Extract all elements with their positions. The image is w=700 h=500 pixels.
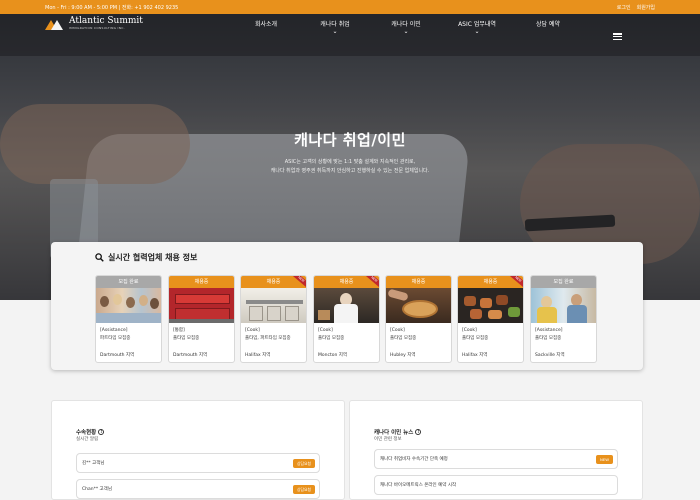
job-photo	[458, 288, 523, 323]
nav-item-label: 회사소개	[254, 21, 278, 28]
client-name: 김** 고객님	[82, 461, 105, 466]
brand-name: Atlantic Summit	[69, 16, 143, 26]
nav-item-canada-jobs[interactable]: 캐나다 취업 ⌄	[312, 19, 358, 35]
job-category: [Cook]	[318, 328, 333, 333]
logo-icon	[45, 18, 65, 30]
login-link[interactable]: 로그인	[617, 4, 631, 11]
hero-description: ASIC는 고객의 상황에 맞는 1:1 맞춤 설계와 지속적인 관리로, 캐나…	[0, 158, 700, 176]
nav-item-consultation[interactable]: 상담 예약	[528, 19, 568, 28]
job-card[interactable]: 채용중 [통합] 풀타임 모집중 Dartmouth 지역	[168, 275, 235, 363]
hero-description-line: ASIC는 고객의 상황에 맞는 1:1 맞춤 설계와 지속적인 관리로,	[284, 159, 416, 165]
top-info-bar: Mon - Fri : 9:00 AM - 5:00 PM | 전화: +1 9…	[0, 0, 700, 14]
status-label: 채용중	[483, 279, 498, 285]
hamburger-menu-icon[interactable]	[613, 33, 622, 40]
progress-title: 수속현황 !	[76, 428, 105, 436]
news-title: 캐나다 이민 뉴스 !	[374, 428, 422, 436]
nav-item-about[interactable]: 회사소개	[248, 19, 284, 28]
job-card[interactable]: 모집 완료 [Assistance] 파트타임 모집중 Dartmouth 지역	[95, 275, 162, 363]
job-photo	[241, 288, 306, 323]
news-headline: 캐나다 취업비자 수속기간 단축 예정	[380, 457, 448, 462]
job-card[interactable]: 채용중 NEW [Cook] 풀타임, 파트타임 모집중 Halifax 지역	[240, 275, 307, 363]
news-title-text: 캐나다 이민 뉴스	[374, 430, 414, 436]
status-badge: 모집 완료	[531, 276, 596, 288]
hero-title: 캐나다 취업/이민	[294, 131, 406, 149]
job-photo	[531, 288, 596, 323]
status-badge: 채용중	[169, 276, 234, 288]
job-location: Dartmouth 지역	[100, 353, 135, 358]
status-badge: 채용중 NEW	[458, 276, 523, 289]
brand-tagline: IMMIGRATION CONSULTING INC.	[69, 26, 125, 30]
job-location: Halifax 지역	[245, 353, 271, 358]
hero-description-line: 캐나다 취업과 영주권 취득까지 안심하고 진행하실 수 있는 전문 업체입니다…	[270, 168, 430, 174]
status-badge: 채용중 NEW	[314, 276, 379, 289]
nav-item-canada-immigration[interactable]: 캐나다 이민 ⌄	[383, 19, 429, 35]
search-icon	[95, 253, 104, 262]
job-type: 풀타임 모집중	[390, 336, 417, 341]
job-location: Dartmouth 지역	[173, 353, 208, 358]
job-category: [Cook]	[245, 328, 260, 333]
business-hours: Mon - Fri : 9:00 AM - 5:00 PM | 전화: +1 9…	[45, 4, 179, 11]
new-ribbon: NEW	[507, 276, 523, 289]
job-card[interactable]: 모집 완료 [Assistance] 풀타임 모집중 Sackville 지역	[530, 275, 597, 363]
nav-item-asic-cases[interactable]: ASIC 업무내역 ⌄	[452, 19, 502, 35]
job-card[interactable]: 채용중 [Cook] 풀타임 모집중 Hubley 지역	[385, 275, 452, 363]
job-photo	[96, 288, 161, 323]
status-badge: 채용중	[386, 276, 451, 288]
status-label: 채용중	[266, 279, 281, 285]
job-type: 풀타임 모집중	[173, 336, 200, 341]
news-headline: 캐나다 바이오메트릭스 온라인 예약 시작	[380, 483, 457, 488]
job-card[interactable]: 채용중 NEW [Cook] 풀타임 모집중 Halifax 지역	[457, 275, 524, 363]
job-category: [Assistance]	[535, 328, 563, 333]
nav-item-label: 캐나다 취업	[320, 21, 350, 28]
job-card[interactable]: 채용중 NEW [Cook] 풀타임 모집중 Moncton 지역	[313, 275, 380, 363]
client-name: Chan** 고객님	[82, 487, 112, 492]
job-type: 파트타임 모집중	[100, 336, 131, 341]
job-category: [Cook]	[390, 328, 405, 333]
status-badge: 상담요청	[293, 459, 315, 468]
new-badge: NEW	[596, 455, 613, 464]
brand-logo[interactable]: Atlantic Summit IMMIGRATION CONSULTING I…	[45, 17, 143, 30]
status-badge: 모집 완료	[96, 276, 161, 288]
info-icon[interactable]: !	[415, 429, 422, 435]
job-category: [Assistance]	[100, 328, 128, 333]
nav-item-label: 상담 예약	[536, 21, 560, 28]
job-listings-title: 실시간 협력업체 채용 정보	[108, 253, 198, 262]
list-item[interactable]: Chan** 고객님 상담요청	[76, 479, 320, 499]
status-badge: 상담요청	[293, 485, 315, 494]
status-label: 채용중	[339, 279, 354, 285]
job-type: 풀타임 모집중	[462, 336, 489, 341]
progress-subtitle: 실시간 알림	[76, 437, 99, 442]
job-photo	[386, 288, 451, 323]
nav-item-label: 캐나다 이민	[391, 21, 421, 28]
list-item[interactable]: 김** 고객님 상담요청	[76, 453, 320, 473]
nav-item-label: ASIC 업무내역	[458, 21, 496, 28]
job-category: [Cook]	[462, 328, 477, 333]
chevron-down-icon: ⌄	[403, 28, 409, 35]
status-badge: 채용중 NEW	[241, 276, 306, 289]
job-location: Moncton 지역	[318, 353, 348, 358]
news-item[interactable]: 캐나다 바이오메트릭스 온라인 예약 시작	[374, 475, 618, 495]
job-location: Halifax 지역	[462, 353, 488, 358]
chevron-down-icon: ⌄	[332, 28, 338, 35]
signup-link[interactable]: 회원가입	[637, 4, 655, 11]
news-subtitle: 이민 관련 정보	[374, 437, 402, 442]
progress-status-panel: 수속현황 ! 실시간 알림 김** 고객님 상담요청 Chan** 고객님 상담…	[51, 400, 345, 500]
new-ribbon: NEW	[363, 276, 379, 289]
job-location: Sackville 지역	[535, 353, 565, 358]
job-type: 풀타임, 파트타임 모집중	[245, 336, 291, 341]
immigration-news-panel: 캐나다 이민 뉴스 ! 이민 관련 정보 캐나다 취업비자 수속기간 단축 예정…	[349, 400, 643, 500]
job-photo	[314, 288, 379, 323]
news-item[interactable]: 캐나다 취업비자 수속기간 단축 예정 NEW	[374, 449, 618, 469]
new-ribbon: NEW	[290, 276, 306, 289]
chevron-down-icon: ⌄	[474, 28, 480, 35]
job-type: 풀타임 모집중	[318, 336, 345, 341]
job-category: [통합]	[173, 328, 185, 333]
info-icon[interactable]: !	[98, 429, 105, 435]
job-type: 풀타임 모집중	[535, 336, 562, 341]
job-photo	[169, 288, 234, 323]
job-listings-panel: 실시간 협력업체 채용 정보 모집 완료 [Assistance] 파트타임 모…	[51, 242, 643, 370]
progress-title-text: 수속현황	[76, 430, 97, 436]
job-location: Hubley 지역	[390, 353, 416, 358]
job-listings-heading: 실시간 협력업체 채용 정보	[95, 252, 197, 263]
